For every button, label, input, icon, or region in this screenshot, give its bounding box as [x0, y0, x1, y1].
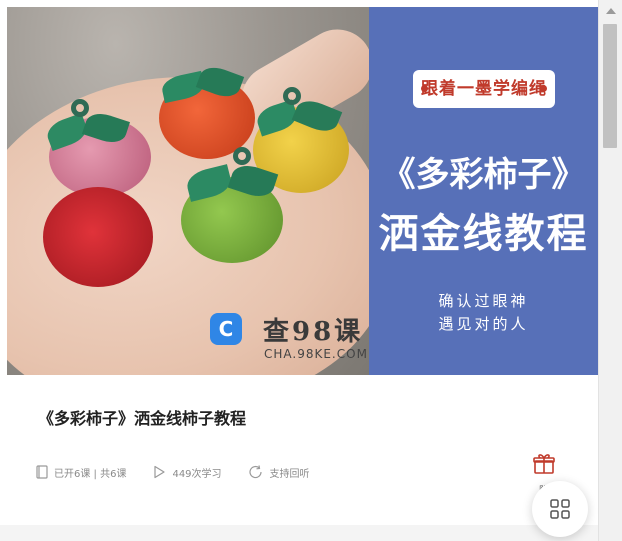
loop [71, 99, 89, 117]
lessons-info: 已开6课 | 共6课 [36, 465, 126, 480]
banner-slogan-2: 遇见对的人 [438, 315, 529, 333]
learners-text: 449次学习 [172, 468, 222, 480]
scrollbar-thumb[interactable] [603, 24, 617, 148]
persimmon-red [43, 187, 153, 287]
menu-fab-button[interactable] [532, 481, 588, 537]
course-page: 跟着一墨学编绳 《多彩柿子》 洒金线教程 确认过眼神 遇见对的人 C 查98课 … [0, 0, 622, 541]
watermark-logo-icon: C [210, 313, 242, 345]
loop [283, 87, 301, 105]
play-icon [154, 465, 166, 479]
watermark-name: 查98课 [263, 317, 364, 347]
vertical-scrollbar[interactable] [598, 0, 622, 541]
watermark: C 查98课 CHA.98KE.COM [210, 307, 380, 367]
watermark-url: CHA.98KE.COM [264, 347, 368, 361]
grid-icon [550, 499, 570, 519]
loop [233, 147, 251, 165]
book-icon [36, 465, 48, 479]
scroll-up-arrow-icon[interactable] [606, 8, 616, 14]
section-divider [0, 525, 600, 541]
gift-icon [533, 454, 555, 474]
replay-text: 支持回听 [269, 468, 310, 480]
banner-headline-2: 洒金线教程 [378, 210, 589, 257]
learners-info: 449次学习 [152, 465, 222, 480]
banner-side-panel: 跟着一墨学编绳 《多彩柿子》 洒金线教程 确认过眼神 遇见对的人 [369, 7, 598, 375]
course-banner[interactable]: 跟着一墨学编绳 《多彩柿子》 洒金线教程 确认过眼神 遇见对的人 C 查98课 … [7, 7, 598, 375]
lessons-text: 已开6课 | 共6课 [54, 468, 127, 480]
refresh-icon [248, 465, 262, 479]
course-title: 《多彩柿子》洒金线柿子教程 [38, 409, 247, 428]
course-meta: 已开6课 | 共6课 449次学习 支持回听 [36, 462, 336, 482]
banner-tag: 跟着一墨学编绳 [413, 70, 555, 108]
banner-headline-1: 《多彩柿子》 [381, 155, 586, 195]
replay-info: 支持回听 [248, 465, 310, 480]
banner-slogan-1: 确认过眼神 [438, 292, 529, 310]
